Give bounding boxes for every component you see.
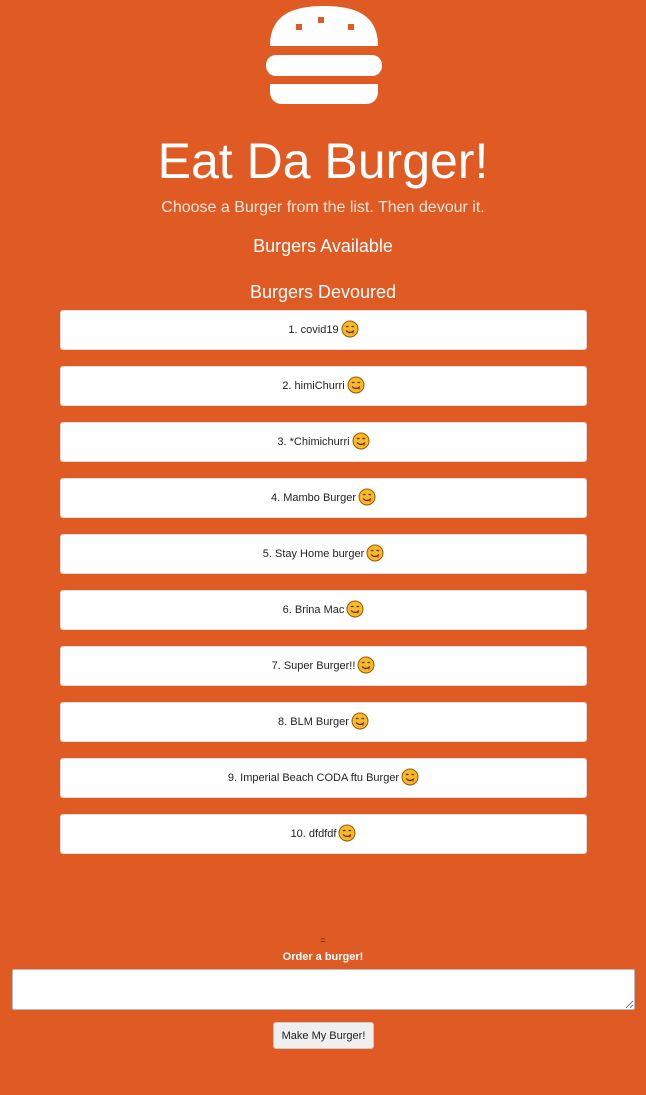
devoured-burger-item: 4. Mambo Burger <box>60 478 587 518</box>
burger-name: 9. Imperial Beach CODA ftu Burger <box>227 772 400 784</box>
devoured-burger-item: 7. Super Burger!! <box>60 646 587 686</box>
yum-face-icon <box>346 600 364 618</box>
burger-name: 5. Stay Home burger <box>262 548 365 560</box>
burger-name: 7. Super Burger!! <box>271 660 356 672</box>
yum-face-icon <box>401 768 419 786</box>
burger-name: 1. covid19 <box>288 324 339 336</box>
devoured-burger-item: 8. BLM Burger <box>60 702 587 742</box>
yum-face-icon <box>347 376 365 394</box>
yum-face-icon <box>358 488 376 506</box>
burger-name: 3. *Chimichurri <box>277 436 350 448</box>
yum-face-icon <box>357 656 375 674</box>
burgers-available-heading: Burgers Available <box>253 236 393 256</box>
yum-face-icon <box>351 712 369 730</box>
burger-name: 2. himiChurri <box>282 380 345 392</box>
burger-name: 8. BLM Burger <box>278 716 349 728</box>
devoured-burger-item: 1. covid19 <box>60 310 587 350</box>
yum-face-icon <box>366 544 384 562</box>
hamburger-icon <box>266 6 382 104</box>
yum-face-icon <box>341 320 359 338</box>
form-divider-mark: = <box>320 935 326 945</box>
burger-name: 10. dfdfdf <box>290 828 337 840</box>
make-my-burger-button[interactable]: Make My Burger! <box>273 1022 374 1049</box>
burger-name-input[interactable] <box>12 969 635 1010</box>
burgers-devoured-heading: Burgers Devoured <box>249 282 397 302</box>
yum-face-icon <box>352 432 370 450</box>
order-burger-label: Order a burger! <box>282 951 364 963</box>
devoured-burger-item: 3. *Chimichurri <box>60 422 587 462</box>
devoured-burger-item: 9. Imperial Beach CODA ftu Burger <box>60 758 587 798</box>
devoured-burger-item: 2. himiChurri <box>60 366 587 406</box>
burger-name: 6. Brina Mac <box>282 604 345 616</box>
devoured-burger-item: 6. Brina Mac <box>60 590 587 630</box>
devoured-burger-item: 5. Stay Home burger <box>60 534 587 574</box>
yum-face-icon <box>338 824 356 842</box>
burger-name: 4. Mambo Burger <box>271 492 356 504</box>
devoured-burger-list: 1. covid19 2. himiChurri 3. *Chimichurri… <box>60 310 587 870</box>
page-title: Eat Da Burger! <box>157 133 489 189</box>
page-subtitle: Choose a Burger from the list. Then devo… <box>161 199 485 216</box>
devoured-burger-item: 10. dfdfdf <box>60 814 587 854</box>
